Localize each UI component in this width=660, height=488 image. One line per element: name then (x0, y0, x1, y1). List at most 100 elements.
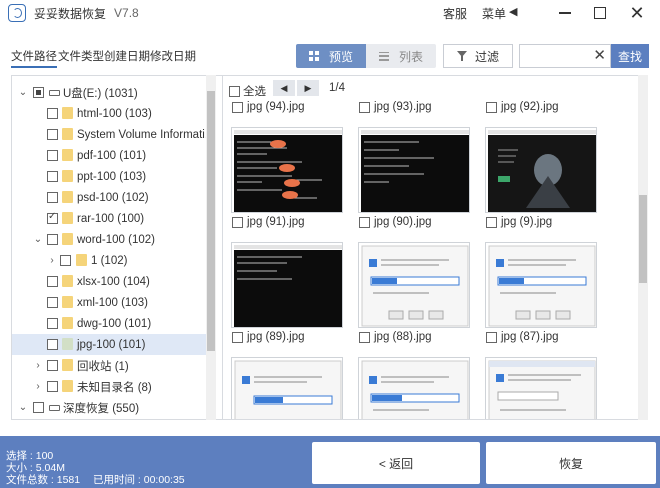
tree-item-folder[interactable]: › 1 (102) (12, 250, 208, 271)
tree-checkbox[interactable] (47, 360, 58, 371)
tree-checkbox[interactable] (33, 402, 44, 413)
back-button[interactable]: < 返回 (312, 442, 480, 484)
filter-button[interactable]: 过滤 (443, 44, 513, 68)
expand-icon[interactable]: ⌄ (18, 87, 28, 98)
clear-icon[interactable]: ✕ (593, 46, 606, 64)
tree-checkbox[interactable] (47, 171, 58, 182)
tree-checkbox[interactable] (47, 381, 58, 392)
tree-checkbox[interactable] (47, 192, 58, 203)
tree-item-folder[interactable]: ⌄ word-100 (102) (12, 229, 208, 250)
file-thumbnail[interactable] (231, 242, 343, 328)
preview-view-button[interactable]: 预览 (296, 44, 366, 68)
tree-checkbox[interactable] (47, 150, 58, 161)
file-checkbox[interactable] (232, 216, 243, 228)
expand-icon[interactable]: ⌄ (33, 234, 43, 245)
select-all[interactable]: 全选 (229, 83, 266, 99)
folder-icon (62, 296, 73, 308)
file-item[interactable]: jpg (94).jpg (232, 101, 305, 113)
prev-page-button[interactable]: ◀ (273, 80, 295, 96)
tree-item-folder-selected[interactable]: jpg-100 (101) (12, 334, 208, 355)
tree-checkbox[interactable] (47, 339, 58, 350)
collapse-icon[interactable]: › (33, 381, 43, 392)
tree-checkbox[interactable] (47, 318, 58, 329)
tree-checkbox[interactable] (47, 211, 58, 224)
tree-item-folder[interactable]: rar-100 (100) (12, 208, 208, 229)
tree-checkbox[interactable] (47, 129, 58, 140)
tree-item-label: ppt-100 (103) (77, 170, 147, 183)
grid-scrollbar[interactable] (638, 75, 648, 420)
tree-checkbox[interactable] (60, 255, 71, 266)
tree-item-folder[interactable]: dwg-100 (101) (12, 313, 208, 334)
collapse-icon[interactable]: › (33, 360, 43, 371)
tab-modify-date[interactable]: 修改日期 (150, 48, 196, 64)
tree-checkbox[interactable] (47, 234, 58, 245)
file-item[interactable]: jpg (92).jpg (486, 101, 559, 113)
file-checkbox[interactable] (232, 101, 243, 113)
file-thumbnail[interactable] (358, 357, 470, 419)
tree-item-deep-recovery[interactable]: ⌄ 深度恢复 (550) (12, 397, 208, 418)
tree-item-folder[interactable]: ppt-100 (103) (12, 166, 208, 187)
file-checkbox[interactable] (486, 101, 497, 113)
scrollbar-thumb[interactable] (639, 195, 647, 283)
tree-item-label: html-100 (103) (77, 107, 152, 120)
app-version: V7.8 (114, 6, 139, 20)
tree-item-drive[interactable]: ⌄ U盘(E:) (1031) (12, 82, 208, 103)
tree-item-folder[interactable]: xlsx-100 (104) (12, 271, 208, 292)
file-thumbnail[interactable] (231, 357, 343, 419)
file-item[interactable]: jpg (88).jpg (359, 331, 432, 343)
file-thumbnail[interactable] (231, 127, 343, 213)
file-item[interactable]: jpg (90).jpg (359, 216, 432, 228)
tree-item-folder[interactable]: System Volume Informati... (12, 124, 214, 145)
tree-item-folder[interactable]: xml-100 (103) (12, 292, 208, 313)
file-checkbox[interactable] (232, 331, 243, 343)
tree-checkbox[interactable] (47, 276, 58, 287)
menu-link[interactable]: 菜单 (482, 5, 506, 22)
maximize-button[interactable] (583, 0, 617, 26)
file-item[interactable]: jpg (93).jpg (359, 101, 432, 113)
close-button[interactable]: ✕ (620, 0, 654, 26)
minimize-button[interactable] (548, 0, 582, 26)
file-thumbnail[interactable] (358, 127, 470, 213)
tree-checkbox[interactable] (47, 108, 58, 119)
tree-checkbox[interactable] (33, 87, 44, 98)
file-item[interactable]: jpg (9).jpg (486, 216, 552, 228)
search-input[interactable] (520, 45, 592, 67)
tab-create-date[interactable]: 创建日期 (104, 48, 150, 64)
file-item[interactable]: jpg (87).jpg (486, 331, 559, 343)
file-checkbox[interactable] (359, 331, 370, 343)
tab-file-path[interactable]: 文件路径 (11, 48, 57, 68)
tree-item-folder[interactable]: › 回收站 (1) (12, 355, 208, 376)
folder-icon (62, 170, 73, 182)
file-item[interactable]: jpg (89).jpg (232, 331, 305, 343)
tree-item-folder[interactable]: › 未知目录名 (8) (12, 376, 208, 397)
expand-icon[interactable]: ⌄ (18, 402, 28, 413)
select-all-checkbox[interactable] (229, 85, 240, 97)
tree-item-label: 未知目录名 (8) (77, 381, 152, 394)
file-thumbnail[interactable] (485, 127, 597, 213)
search-button[interactable]: 查找 (611, 44, 649, 68)
list-view-button[interactable]: 列表 (366, 44, 436, 68)
scrollbar-thumb[interactable] (207, 91, 215, 351)
tree-item-folder[interactable]: html-100 (103) (12, 103, 208, 124)
tree-checkbox[interactable] (47, 297, 58, 308)
file-thumbnail[interactable] (485, 357, 597, 419)
file-checkbox[interactable] (486, 331, 497, 343)
recover-button[interactable]: 恢复 (486, 442, 656, 484)
collapse-icon[interactable]: › (47, 255, 57, 266)
file-item[interactable]: jpg (91).jpg (232, 216, 305, 228)
tree-scrollbar[interactable] (206, 75, 216, 420)
file-thumbnail[interactable] (485, 242, 597, 328)
status-bar: 选择 : 100 大小 : 5.04M 文件总数 : 1581 已用时间 : 0… (0, 436, 660, 488)
next-page-button[interactable]: ▶ (297, 80, 319, 96)
menu-arrow-icon[interactable]: ◀ (509, 5, 517, 18)
file-checkbox[interactable] (359, 101, 370, 113)
tab-file-type[interactable]: 文件类型 (58, 48, 104, 64)
tree-item-folder[interactable]: pdf-100 (101) (12, 145, 208, 166)
service-link[interactable]: 客服 (443, 5, 467, 22)
file-checkbox[interactable] (486, 216, 497, 228)
file-thumbnail[interactable] (358, 242, 470, 328)
app-title: 妥妥数据恢复 (34, 6, 107, 21)
tree-item-folder[interactable]: psd-100 (102) (12, 187, 208, 208)
file-checkbox[interactable] (359, 216, 370, 228)
tree-item-label: 深度恢复 (550) (63, 402, 140, 415)
